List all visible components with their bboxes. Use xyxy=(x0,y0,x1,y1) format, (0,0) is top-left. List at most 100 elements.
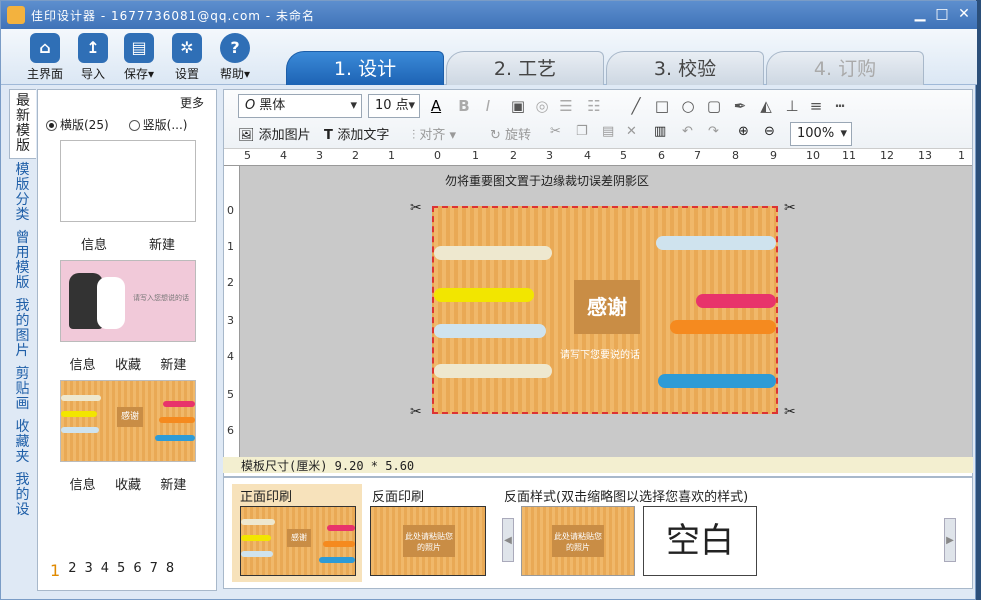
tab-design[interactable]: 1. 设计 xyxy=(286,51,444,85)
template-thumb-wedding[interactable]: 请写入您想说的话 xyxy=(60,260,196,342)
page-8[interactable]: 8 xyxy=(166,561,174,580)
text-box-icon[interactable]: ▣ xyxy=(508,96,528,116)
font-select[interactable]: O 黑体 xyxy=(238,94,362,118)
template-thumb-thanks[interactable]: 感谢 xyxy=(60,380,196,462)
sidebar-item-favorites[interactable]: 收藏夹 xyxy=(9,416,36,469)
back-style-blank[interactable]: 空白 xyxy=(643,506,757,576)
sidebar-item-clipart[interactable]: 剪贴画 xyxy=(9,363,36,416)
page-3[interactable]: 3 xyxy=(84,561,92,580)
add-image-label: 添加图片 xyxy=(258,128,311,143)
rectangle-icon[interactable]: □ xyxy=(652,96,672,116)
back-print-label[interactable]: 反面印刷 xyxy=(372,486,424,505)
ellipse-icon[interactable]: ○ xyxy=(678,96,698,116)
page-2[interactable]: 2 xyxy=(68,561,76,580)
design-canvas[interactable]: 勿将重要图文置于边缘裁切误差阴影区 ✂ ✂ ✂ ✂ 感谢 请写下您要说的话 xyxy=(240,166,972,460)
orientation-horizontal[interactable]: 横版(25) xyxy=(46,116,109,133)
italic-icon[interactable]: I xyxy=(478,96,498,116)
scroll-left-icon[interactable]: ◀ xyxy=(502,518,514,562)
hand-image xyxy=(241,535,271,541)
rounded-rect-icon[interactable]: ▢ xyxy=(704,96,724,116)
close-icon[interactable]: ✕ xyxy=(955,5,973,23)
radio-icon xyxy=(128,120,140,131)
orientation-vertical[interactable]: 竖版(...) xyxy=(128,116,187,133)
card-subtitle[interactable]: 请写下您要说的话 xyxy=(560,346,640,361)
settings-button[interactable]: ✲ 设置 xyxy=(161,33,213,82)
more-link[interactable]: 更多 xyxy=(180,94,204,111)
card-title[interactable]: 感谢 xyxy=(574,280,640,334)
ruler-tick: 4 xyxy=(280,149,287,162)
new-button[interactable]: 新建 xyxy=(149,234,175,253)
favorite-button[interactable]: 收藏 xyxy=(115,474,141,493)
sidebar-item-my-images[interactable]: 我的图片 xyxy=(9,295,36,363)
stamp-icon[interactable]: ⊥ xyxy=(782,96,802,116)
line-weight-icon[interactable]: ≡ xyxy=(806,96,826,116)
business-card[interactable]: 感谢 请写下您要说的话 xyxy=(432,206,778,414)
title-bar: 佳印设计器 - 1677736081@qq.com - 未命名 ▁ □ ✕ xyxy=(1,1,977,29)
add-image-button[interactable]: 🖼 添加图片 xyxy=(238,124,311,143)
page-6[interactable]: 6 xyxy=(133,561,141,580)
redo-icon[interactable]: ↷ xyxy=(708,124,719,139)
hand-image xyxy=(327,525,355,531)
line-icon[interactable]: ╱ xyxy=(626,96,646,116)
sidebar-item-latest[interactable]: 最新模版 xyxy=(9,89,36,159)
tab-order: 4. 订购 xyxy=(766,51,924,85)
zoom-in-icon[interactable]: ⊕ xyxy=(738,124,749,139)
page-4[interactable]: 4 xyxy=(101,561,109,580)
zoom-out-icon[interactable]: ⊖ xyxy=(764,124,775,139)
cut-icon[interactable]: ✂ xyxy=(550,124,561,139)
window-title: 佳印设计器 - 1677736081@qq.com - 未命名 xyxy=(31,9,315,23)
undo-icon[interactable]: ↶ xyxy=(682,124,693,139)
main-toolbar: ⌂ 主界面 ↥ 导入 ▤ 保存▾ ✲ 设置 ? 帮助▾ 1. 设计 2. 工艺 … xyxy=(1,29,977,85)
copy-icon[interactable]: ❐ xyxy=(576,124,588,139)
sidebar-item-categories[interactable]: 模版分类 xyxy=(9,159,36,227)
page-1[interactable]: 1 xyxy=(50,561,60,580)
hand-image xyxy=(658,374,776,388)
hand-image xyxy=(61,427,99,433)
numbered-list-icon[interactable]: ☷ xyxy=(584,96,604,116)
page-7[interactable]: 7 xyxy=(150,561,158,580)
favorite-button[interactable]: 收藏 xyxy=(115,354,141,373)
sidebar-item-my-designs[interactable]: 我的设 xyxy=(9,469,36,522)
fill-icon[interactable]: ◭ xyxy=(756,96,776,116)
zoom-select[interactable]: 100% xyxy=(790,122,852,146)
ruler-tick: 8 xyxy=(732,149,739,162)
help-button[interactable]: ? 帮助▾ xyxy=(209,33,261,82)
info-button[interactable]: 信息 xyxy=(70,354,96,373)
front-print-label: 正面印刷 xyxy=(240,490,293,505)
new-button[interactable]: 新建 xyxy=(160,474,186,493)
sidebar-item-used[interactable]: 曾用模版 xyxy=(9,227,36,295)
add-text-button[interactable]: T 添加文字 xyxy=(324,124,389,143)
layers-icon[interactable]: ▥ xyxy=(654,124,666,139)
scroll-right-icon[interactable]: ▶ xyxy=(944,518,956,562)
circle-text-icon[interactable]: ◎ xyxy=(532,96,552,116)
home-button[interactable]: ⌂ 主界面 xyxy=(19,33,71,82)
back-thumb[interactable]: 此处请粘贴您的照片 xyxy=(370,506,486,576)
import-button[interactable]: ↥ 导入 xyxy=(67,33,119,82)
vertical-ruler: 0 1 2 3 4 5 6 xyxy=(224,166,240,460)
size-select[interactable]: 10 点 xyxy=(368,94,420,118)
rotate-button[interactable]: ↻ 旋转 xyxy=(490,124,531,143)
ruler-tick: 11 xyxy=(842,149,856,162)
line-style-icon[interactable]: ┅ xyxy=(830,96,850,116)
pen-icon[interactable]: ✒ xyxy=(730,96,750,116)
back-style-photo[interactable]: 此处请粘贴您的照片 xyxy=(521,506,635,576)
minimize-icon[interactable]: ▁ xyxy=(911,5,929,23)
delete-icon[interactable]: ✕ xyxy=(626,124,637,139)
paste-icon[interactable]: ▤ xyxy=(602,124,614,139)
save-button[interactable]: ▤ 保存▾ xyxy=(113,33,165,82)
font-color-icon[interactable]: A xyxy=(426,96,446,116)
info-button[interactable]: 信息 xyxy=(81,234,107,253)
tab-verify[interactable]: 3. 校验 xyxy=(606,51,764,85)
tab-craft[interactable]: 2. 工艺 xyxy=(446,51,604,85)
maximize-icon[interactable]: □ xyxy=(933,5,951,23)
info-button[interactable]: 信息 xyxy=(70,474,96,493)
new-button[interactable]: 新建 xyxy=(160,354,186,373)
ruler-tick: 5 xyxy=(620,149,627,162)
front-thumb[interactable]: 感谢 xyxy=(240,506,356,576)
align-button[interactable]: ⫶ 对齐 ▾ xyxy=(412,124,456,143)
bullet-list-icon[interactable]: ☰ xyxy=(556,96,576,116)
format-toolbar: O黑体 10 点 A B I ▣ ◎ ☰ ☷ ╱ □ ○ ▢ ✒ ◭ ⊥ ≡ ┅… xyxy=(224,90,972,148)
bold-icon[interactable]: B xyxy=(454,96,474,116)
template-thumb-blank[interactable] xyxy=(60,140,196,222)
page-5[interactable]: 5 xyxy=(117,561,125,580)
